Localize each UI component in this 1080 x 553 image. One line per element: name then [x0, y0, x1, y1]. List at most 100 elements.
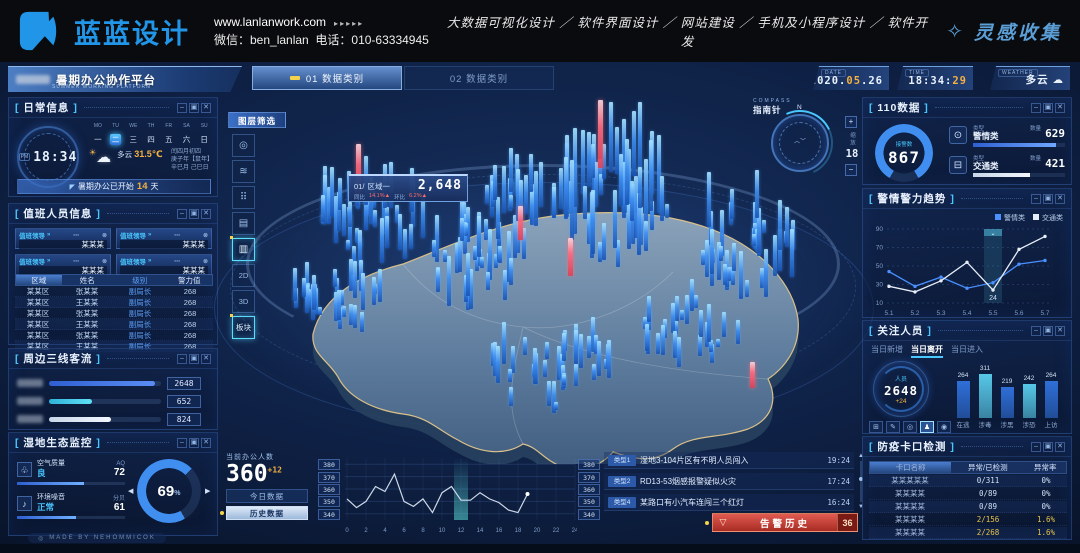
panel-window-icon[interactable]: ▣ [189, 103, 199, 113]
layer-3d-button[interactable]: 3D [232, 290, 255, 313]
zoom-out-button[interactable]: − [845, 164, 857, 176]
map-bar [599, 174, 603, 195]
map-bar [352, 246, 356, 266]
alert-row[interactable]: 类型2RD13-53烟感报警疑似火灾17:24 [604, 473, 854, 490]
panel-checkpoint: 防疫卡口检测–▣✕ 卡口名称异常/已检测异常率某某某某某0/3110%某某某某0… [862, 436, 1072, 540]
compass-dial[interactable]: ︿﹀ [771, 114, 829, 172]
map-bar [359, 260, 363, 291]
more-icon[interactable]: ⋯ [73, 232, 79, 239]
more-icon[interactable]: ⋯ [174, 232, 180, 239]
panel-close-icon[interactable]: ✕ [1055, 326, 1065, 336]
panel-window-icon[interactable]: ▣ [189, 209, 199, 219]
vehicle-icon[interactable]: ⊞ [869, 421, 883, 433]
map-bar [490, 175, 494, 218]
map-bar [508, 178, 512, 211]
svg-text:10: 10 [439, 528, 446, 534]
map-bar [560, 354, 564, 378]
map-bar [383, 164, 387, 207]
map-bar [409, 224, 413, 249]
panel-minimize-icon[interactable]: – [1031, 326, 1041, 336]
layer-chart-icon-button[interactable]: ▥ [232, 238, 255, 261]
layer-plate-button[interactable]: 板块 [232, 316, 255, 339]
column-header: 姓名 [62, 275, 113, 286]
site-url[interactable]: www.lanlanwork.com [214, 15, 326, 29]
zoom-in-button[interactable]: + [845, 116, 857, 128]
layer-grid-icon-button[interactable]: ⠿ [232, 186, 255, 209]
panel-minimize-icon[interactable]: – [1031, 103, 1041, 113]
map-bar [590, 192, 594, 259]
gauge-right-arrow[interactable]: ▶ [205, 487, 210, 495]
map-bar [530, 191, 534, 225]
close-circle-icon[interactable]: ⊗ [203, 232, 208, 239]
focus-tab-0[interactable]: 当日新增 [871, 344, 903, 358]
panel-minimize-icon[interactable]: – [1031, 194, 1041, 204]
panel-close-icon[interactable]: ✕ [201, 209, 211, 219]
noise-value: 61 [113, 502, 125, 513]
category-bar [973, 143, 1065, 147]
alert-history-button[interactable]: ▽ 告警历史 36 [712, 513, 858, 532]
map-bar [785, 207, 789, 247]
map-bar [469, 269, 473, 309]
map-bar [465, 276, 469, 302]
panel-close-icon[interactable]: ✕ [1055, 194, 1065, 204]
panel-window-icon[interactable]: ▣ [1043, 103, 1053, 113]
map-bar [598, 242, 602, 262]
layer-building-icon-button[interactable]: ▤ [232, 212, 255, 235]
panel-close-icon[interactable]: ✕ [1055, 442, 1065, 452]
history-data-button[interactable]: 历史数据 [226, 506, 308, 520]
panel-window-icon[interactable]: ▣ [1043, 194, 1053, 204]
close-circle-icon[interactable]: ⊗ [102, 258, 107, 265]
panel-close-icon[interactable]: ✕ [201, 103, 211, 113]
cell: 张某某 [61, 286, 113, 297]
panel-minimize-icon[interactable]: – [177, 103, 187, 113]
duty-leader-card[interactable]: 值班领导»⋯⊗某某某 [15, 228, 111, 249]
panel-minimize-icon[interactable]: – [177, 438, 187, 448]
alert-row[interactable]: 类型1湿地3-104片区有不明人员闯入19:24 [604, 452, 854, 469]
map-bar [358, 238, 362, 248]
map-bar [306, 283, 310, 307]
panel-minimize-icon[interactable]: – [1031, 442, 1041, 452]
tab-data-category-1[interactable]: 01 数据类别 [252, 66, 402, 90]
close-circle-icon[interactable]: ⊗ [102, 232, 107, 239]
map-bar [534, 171, 538, 226]
map-bar [488, 229, 492, 281]
layer-camera-icon-button[interactable]: ◎ [232, 134, 255, 157]
pen-icon[interactable]: ✎ [886, 421, 900, 433]
map-bar [436, 268, 440, 292]
category-bar [973, 173, 1065, 177]
map-bar [574, 364, 578, 387]
map-bar [752, 228, 756, 247]
panel-close-icon[interactable]: ✕ [201, 438, 211, 448]
map-bar [311, 284, 315, 320]
panel-window-icon[interactable]: ▣ [189, 354, 199, 364]
more-icon[interactable]: ⋯ [73, 258, 79, 265]
panel-window-icon[interactable]: ▣ [1043, 326, 1053, 336]
layer-2d-button[interactable]: 2D [232, 264, 255, 287]
panel-title: 关注人员 [869, 323, 932, 338]
map-bar [318, 307, 322, 315]
panel-minimize-icon[interactable]: – [177, 354, 187, 364]
close-circle-icon[interactable]: ⊗ [203, 258, 208, 265]
traffic-icon: ⊟ [949, 156, 967, 174]
today-data-button[interactable]: 今日数据 [226, 489, 308, 503]
tab-data-category-2[interactable]: 02 数据类别 [404, 66, 554, 90]
panel-close-icon[interactable]: ✕ [1055, 103, 1065, 113]
focus-tab-1[interactable]: 当日离开 [911, 344, 943, 358]
panel-window-icon[interactable]: ▣ [1043, 442, 1053, 452]
layer-signal-icon-button[interactable]: ≋ [232, 160, 255, 183]
inspiration-collect[interactable]: ✧ 灵感收集 [946, 18, 1062, 45]
person-icon[interactable]: ♟ [920, 421, 934, 433]
duty-leader-card[interactable]: 值班领导»⋯⊗某某某 [116, 228, 212, 249]
map-bar [515, 154, 519, 197]
panel-minimize-icon[interactable]: – [177, 209, 187, 219]
more-icon[interactable]: ⋯ [174, 258, 180, 265]
duty-leader-card[interactable]: 值班领导»⋯⊗某某某 [116, 254, 212, 275]
gauge-left-arrow[interactable]: ◀ [128, 487, 133, 495]
panel-close-icon[interactable]: ✕ [201, 354, 211, 364]
alert-row[interactable]: 类型4某路口有小汽车连闯三个红灯16:24 [604, 494, 854, 511]
target-icon[interactable]: ◎ [903, 421, 917, 433]
panel-window-icon[interactable]: ▣ [189, 438, 199, 448]
duty-leader-card[interactable]: 值班领导»⋯⊗某某某 [15, 254, 111, 275]
eye-icon[interactable]: ◉ [937, 421, 951, 433]
map-bar [784, 231, 788, 243]
